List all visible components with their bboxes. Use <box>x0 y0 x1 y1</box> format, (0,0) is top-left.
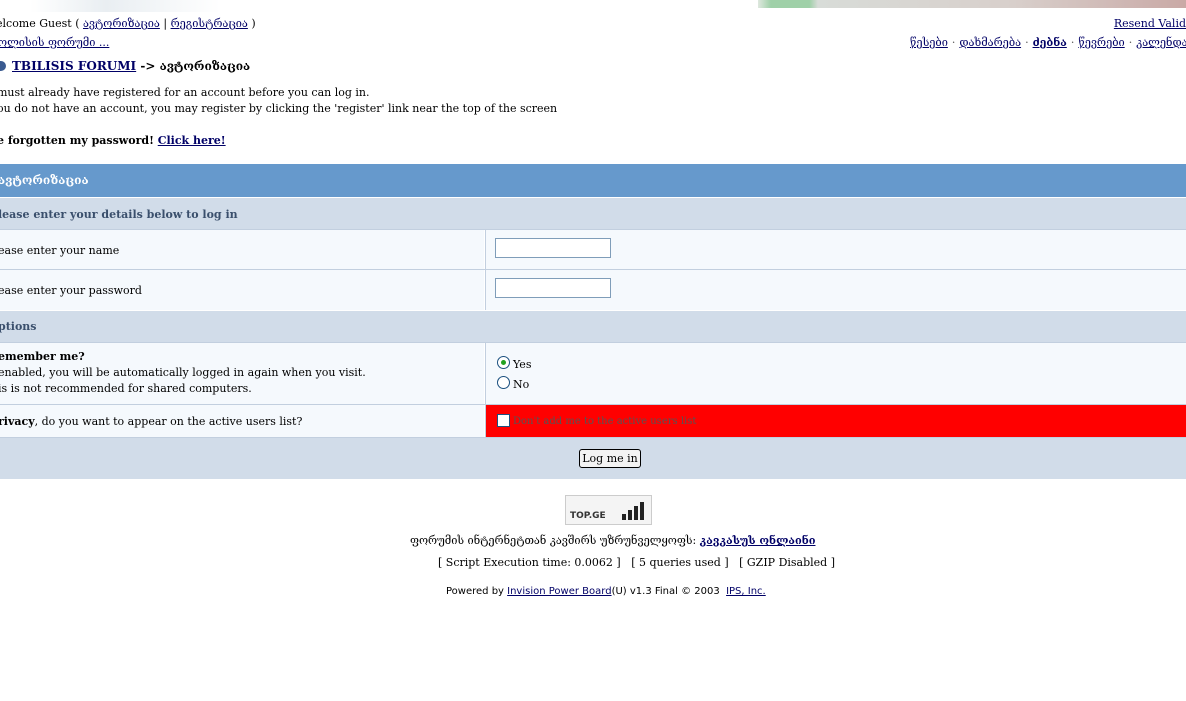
top-ge-badge[interactable]: TOP.GE <box>565 495 652 525</box>
remember-me-desc1: enabled, you will be automatically logge… <box>0 366 366 379</box>
breadcrumb-current: ავტორიზაცია <box>159 59 251 73</box>
password-label: ease enter your password <box>0 284 142 297</box>
welcome-bar: elcome Guest ( ავტორიზაცია | რეგისტრაცია… <box>0 17 256 30</box>
nav-rules-link[interactable]: წესები <box>910 36 948 49</box>
options-heading-text: ptions <box>0 320 37 333</box>
username-input[interactable] <box>495 238 611 258</box>
login-title-text: ავტორიზაცია <box>0 173 89 187</box>
invision-link[interactable]: Invision Power Board <box>507 586 611 597</box>
login-info-line2: ou do not have an account, you may regis… <box>0 102 558 115</box>
privacy-label: rivacy, do you want to appear on the act… <box>0 415 302 428</box>
bar-chart-icon <box>622 502 648 520</box>
hosting-credit-link[interactable]: კავკასუს ონლაინი <box>700 534 816 547</box>
remember-me-desc2: is is not recommended for shared compute… <box>0 382 252 395</box>
powered-version: (U) v1.3 Final © 2003 <box>611 586 727 597</box>
hide-from-active-checkbox[interactable] <box>497 414 510 427</box>
name-label: ease enter your name <box>0 244 120 257</box>
login-link[interactable]: ავტორიზაცია <box>83 17 160 30</box>
hosting-credit: ფორუმის ინტერნეტთან კავშირს უზრუნველყოფს… <box>410 534 815 547</box>
login-table-title: ავტორიზაცია <box>0 164 1186 197</box>
remember-me-row: emember me? enabled, you will be automat… <box>0 342 1186 404</box>
nav-search-link[interactable]: ძებნა <box>1033 36 1067 49</box>
forum-logo-graphic <box>30 0 220 12</box>
password-input[interactable] <box>495 278 611 298</box>
forgot-password-text: e forgotten my password! <box>0 134 158 147</box>
ips-link[interactable]: IPS, Inc. <box>726 586 766 597</box>
details-subheading: lease enter your details below to log in <box>0 197 1186 229</box>
options-subheading: ptions <box>0 310 1186 342</box>
details-heading-text: lease enter your details below to log in <box>0 208 238 221</box>
top-navigation: წესები·დახმარება·ძებნა·წევრები·კალენდარ <box>910 36 1186 49</box>
remember-me-title: emember me? <box>0 350 85 363</box>
forgot-password-link[interactable]: Click here! <box>158 134 226 147</box>
forum-home-link[interactable]: ოლისის ფორუმი ... <box>0 36 109 49</box>
privacy-option-cell: Don't add me to the active users list <box>485 405 1186 437</box>
register-link[interactable]: რეგისტრაცია <box>171 17 248 30</box>
welcome-separator: | <box>159 17 171 30</box>
login-info-line1: must already have registered for an acco… <box>0 86 370 99</box>
welcome-prefix: elcome Guest ( <box>0 17 83 30</box>
resend-validation-link[interactable]: Resend Valid <box>1114 17 1186 30</box>
submit-bar: Log me in <box>0 437 1186 479</box>
privacy-row: rivacy, do you want to appear on the act… <box>0 404 1186 437</box>
breadcrumb: TBILISIS FORUMI -> ავტორიზაცია <box>0 59 250 73</box>
hide-from-active-label: Don't add me to the active users list <box>513 416 697 427</box>
hosting-credit-text: ფორუმის ინტერნეტთან კავშირს უზრუნველყოფს… <box>410 534 700 547</box>
forgot-password: e forgotten my password! Click here! <box>0 134 226 147</box>
name-row: ease enter your name <box>0 229 1186 269</box>
remember-no-label: No <box>513 378 530 391</box>
nav-calendar-link[interactable]: კალენდარ <box>1136 36 1186 49</box>
top-ge-label: TOP.GE <box>570 511 606 521</box>
remember-yes-label: Yes <box>513 358 532 371</box>
privacy-title: rivacy <box>0 415 35 428</box>
privacy-desc: , do you want to appear on the active us… <box>34 415 303 428</box>
powered-by: Powered by Invision Power Board(U) v1.3 … <box>446 586 766 597</box>
header-banner-graphic <box>758 0 1186 8</box>
nav-members-link[interactable]: წევრები <box>1078 36 1124 49</box>
password-row: ease enter your password <box>0 269 1186 310</box>
remember-yes-radio[interactable] <box>497 356 510 369</box>
script-stats: [ Script Execution time: 0.0062 ] [ 5 qu… <box>438 556 836 569</box>
powered-prefix: Powered by <box>446 586 508 597</box>
nav-arrow-icon <box>0 61 6 71</box>
login-button[interactable]: Log me in <box>579 449 641 468</box>
nav-help-link[interactable]: დახმარება <box>959 36 1021 49</box>
remember-no-radio[interactable] <box>497 376 510 389</box>
breadcrumb-forum-link[interactable]: TBILISIS FORUMI <box>12 59 136 73</box>
breadcrumb-arrow: -> <box>136 59 160 73</box>
welcome-suffix: ) <box>247 17 256 30</box>
